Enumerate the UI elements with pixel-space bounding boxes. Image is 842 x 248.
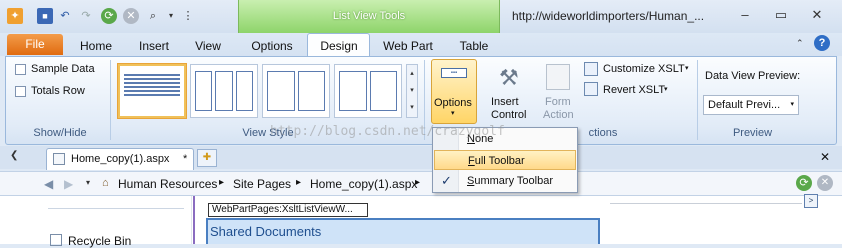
- options-button[interactable]: ▪▪▪ Options ▾: [431, 59, 477, 124]
- menu-item-full-toolbar[interactable]: Full Toolbar: [434, 150, 576, 170]
- forward-icon[interactable]: ▶: [64, 177, 73, 191]
- modified-indicator: *: [183, 153, 188, 165]
- breadcrumb-item[interactable]: Human Resources: [118, 177, 217, 191]
- tab-home[interactable]: Home: [76, 36, 116, 56]
- recycle-bin-link[interactable]: Recycle Bin: [68, 234, 131, 248]
- view-style-thumbnail[interactable]: [334, 64, 402, 118]
- checkmark-icon: ✓: [441, 173, 452, 188]
- chevron-right-icon[interactable]: >: [804, 194, 818, 208]
- chevron-down-icon[interactable]: ▾: [86, 178, 90, 187]
- form-action-button[interactable]: Form Action: [537, 59, 583, 124]
- refresh-icon[interactable]: ⟳: [796, 175, 812, 191]
- form-action-icon: [546, 64, 570, 90]
- page-icon: [53, 153, 65, 165]
- breadcrumb-separator-icon: ▸: [219, 177, 225, 188]
- options-label: Options: [434, 97, 472, 109]
- document-tab-label: Home_copy(1).aspx: [71, 153, 170, 165]
- sample-data-label: Sample Data: [31, 63, 95, 75]
- breadcrumb-separator-icon: ▸: [415, 177, 421, 188]
- toolbar-icon: ▪▪▪: [441, 68, 467, 78]
- stop-icon[interactable]: ✕: [817, 175, 833, 191]
- document-tab[interactable]: Home_copy(1).aspx *: [46, 148, 194, 170]
- group-label-preview: Preview: [732, 127, 773, 139]
- gallery-scroll-icon[interactable]: ▴ ▾ ▾: [406, 64, 418, 118]
- totals-row-checkbox[interactable]: Totals Row: [15, 85, 85, 97]
- help-icon[interactable]: ?: [814, 35, 830, 51]
- stop-icon[interactable]: ✕: [123, 8, 139, 24]
- save-icon[interactable]: ■: [37, 8, 53, 24]
- group-separator: [110, 60, 111, 140]
- group-separator: [697, 60, 698, 140]
- chevron-down-icon: ▾: [664, 86, 668, 93]
- breadcrumb: ◀ ▶ ▾ ⌂ Human Resources ▸ Site Pages ▸ H…: [0, 171, 842, 196]
- revert-xslt-button[interactable]: Revert XSLT: [603, 84, 665, 96]
- context-tab-group: List View Tools: [238, 0, 500, 33]
- window-title: http://wideworldimporters/Human_...: [512, 9, 705, 23]
- view-style-thumbnail[interactable]: [190, 64, 258, 118]
- divider: [48, 208, 184, 209]
- preview-select-value: Default Previ...: [708, 99, 781, 111]
- breadcrumb-separator-icon: ▸: [296, 177, 302, 188]
- revert-xslt-icon: [584, 82, 598, 96]
- webpart-tag-label[interactable]: WebPartPages:XsltListViewW...: [208, 203, 368, 217]
- sharepoint-designer-logo-icon[interactable]: ✦: [7, 8, 23, 24]
- access-key: F: [468, 155, 475, 167]
- shared-documents-webpart[interactable]: Shared Documents: [206, 218, 600, 244]
- minimize-ribbon-icon[interactable]: ⌃: [796, 38, 804, 49]
- zone-border: [610, 196, 802, 204]
- insert-control-label-1: Insert: [491, 96, 519, 108]
- recycle-bin-icon: [50, 234, 62, 246]
- restore-icon[interactable]: ▭: [768, 6, 794, 24]
- customize-xslt-icon: [584, 62, 598, 76]
- close-document-icon[interactable]: ✕: [820, 150, 830, 164]
- tab-options[interactable]: Options: [244, 36, 300, 56]
- chevron-down-icon[interactable]: ▾: [163, 8, 179, 24]
- chevron-down-icon: ▾: [451, 110, 455, 117]
- data-view-preview-select[interactable]: Default Previ... ▾: [703, 95, 799, 115]
- tab-insert[interactable]: Insert: [132, 36, 176, 56]
- redo-icon[interactable]: ↷: [78, 8, 94, 24]
- form-action-label-1: Form: [545, 96, 571, 108]
- group-label-show-hide: Show/Hide: [33, 127, 87, 139]
- group-label-actions: ctions: [588, 127, 618, 139]
- tab-view[interactable]: View: [190, 36, 226, 56]
- checkbox-icon: [15, 85, 26, 97]
- breadcrumb-item[interactable]: Site Pages: [233, 177, 291, 191]
- watermark: http://blog.csdn.net/crazygolf: [270, 124, 505, 139]
- tab-file[interactable]: File: [7, 34, 63, 55]
- minimize-icon[interactable]: –: [732, 6, 758, 24]
- breadcrumb-item[interactable]: Home_copy(1).aspx: [310, 177, 417, 191]
- view-style-thumbnail[interactable]: [118, 64, 186, 118]
- customize-xslt-button[interactable]: Customize XSLT: [603, 63, 685, 75]
- undo-icon[interactable]: ↶: [57, 8, 73, 24]
- shared-documents-title: Shared Documents: [210, 224, 322, 239]
- zone-border: [193, 196, 195, 244]
- back-icon[interactable]: ◀: [44, 177, 53, 191]
- tools-icon: ⚒: [499, 65, 519, 90]
- view-style-thumbnail[interactable]: [262, 64, 330, 118]
- menu-item-label: ull Toolbar: [474, 155, 525, 167]
- chevron-down-icon: ▾: [685, 65, 689, 72]
- customize-quick-access-icon[interactable]: ⋮: [180, 8, 196, 24]
- close-icon[interactable]: ✕: [804, 6, 830, 24]
- checkbox-icon: [15, 63, 26, 75]
- navigation-pane-toggle-icon[interactable]: ❮: [10, 150, 18, 161]
- tab-web-part[interactable]: Web Part: [378, 36, 438, 56]
- form-action-label-2: Action: [543, 109, 574, 121]
- tab-design[interactable]: Design: [310, 36, 368, 56]
- menu-item-label: ummary Toolbar: [474, 175, 554, 187]
- context-group-label: List View Tools: [332, 10, 406, 22]
- insert-control-label-2: Control: [491, 109, 527, 121]
- home-icon: ⌂: [102, 177, 109, 189]
- tab-table[interactable]: Table: [452, 36, 496, 56]
- data-view-preview-label: Data View Preview:: [705, 70, 801, 82]
- insert-control-button[interactable]: ⚒ Insert Control: [487, 59, 533, 124]
- preview-browser-icon[interactable]: ⌕: [145, 8, 161, 24]
- menu-item-summary-toolbar[interactable]: ✓ Summary Toolbar: [434, 171, 576, 191]
- refresh-icon[interactable]: ⟳: [101, 8, 117, 24]
- totals-row-label: Totals Row: [31, 85, 85, 97]
- new-tab-icon[interactable]: ✚: [197, 149, 217, 167]
- sample-data-checkbox[interactable]: Sample Data: [15, 63, 95, 75]
- chevron-down-icon: ▾: [790, 101, 794, 108]
